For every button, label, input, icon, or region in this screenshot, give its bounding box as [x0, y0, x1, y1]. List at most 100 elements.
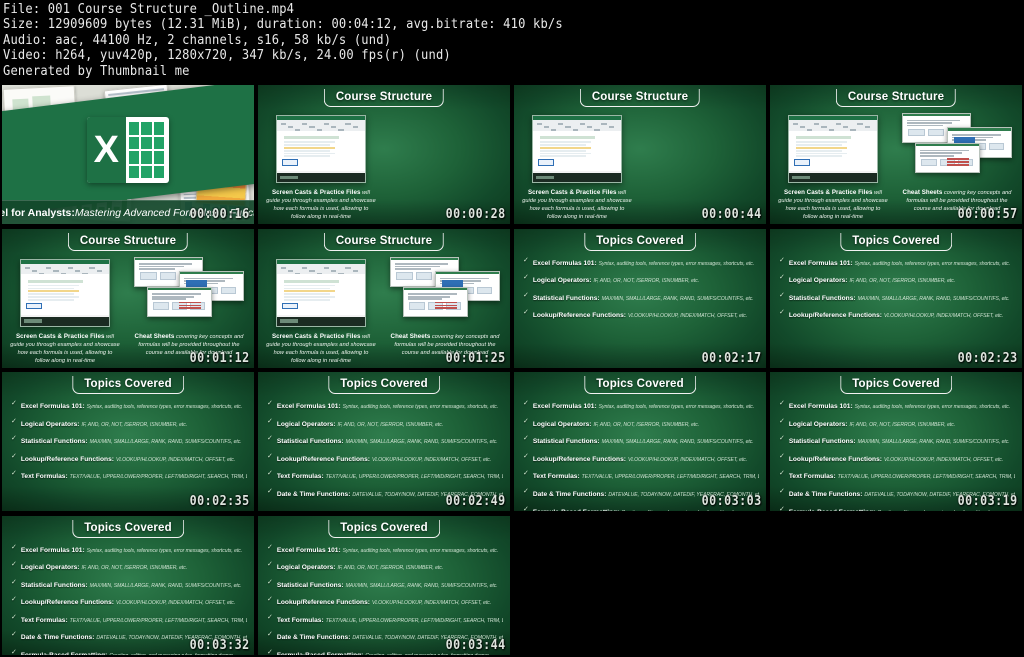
cheat-sheet-stack [134, 256, 246, 329]
logo-cell [128, 122, 140, 135]
page-block [159, 272, 177, 280]
excel-screencast-mock [20, 258, 110, 327]
excel-data-row [540, 149, 586, 152]
check-icon: ✓ [523, 274, 529, 282]
topic-text: Text Formulas: TEXT/VALUE, UPPER/LOWER/PR… [277, 613, 503, 626]
topic-label: Statistical Functions: [788, 294, 856, 302]
topic-label: Text Formulas: [20, 616, 68, 624]
thumbnail-5[interactable]: Course Structure Screen Casts & Practice … [258, 228, 510, 368]
thumbnail-2[interactable]: Course Structure Screen Casts & Practice … [514, 85, 766, 224]
grid-cell-4: Course Structure Screen Casts & Practice … [0, 226, 256, 370]
ribbon-tick [302, 266, 308, 269]
excel-selection [794, 159, 811, 166]
topic-detail: Syntax, auditing tools, reference types,… [86, 547, 243, 554]
excel-grid [21, 274, 109, 315]
timestamp-12: 00:03:32 [190, 637, 250, 653]
thumbnail-8[interactable]: Topics Covered ✓ Excel Formulas 101: Syntax… [2, 372, 254, 511]
topic-item: ✓ Statistical Functions: MAX/MIN, SMALL/LA… [11, 578, 247, 591]
thumbnail-3[interactable]: Course Structure Screen Casts & Practice … [770, 85, 1022, 224]
cheat-sheet-page [915, 143, 981, 174]
topic-label: Logical Operators: [532, 277, 592, 285]
topic-label: Statistical Functions: [532, 438, 600, 446]
topic-detail: VLOOKUP/HLOOKUP, INDEX/MATCH, OFFSET, et… [115, 600, 236, 607]
excel-header-row [28, 279, 83, 283]
thumbnail-6[interactable]: Topics Covered ✓ Excel Formulas 101: Syntax… [514, 228, 766, 368]
ribbon-tick [857, 123, 863, 125]
ribbon-tick [864, 126, 870, 128]
page-block [908, 128, 925, 136]
thumbnail-9[interactable]: Topics Covered ✓ Excel Formulas 101: Syntax… [258, 372, 510, 511]
thumbnail-13[interactable]: Topics Covered ✓ Excel Formulas 101: Syntax… [258, 515, 510, 655]
thumbnail-4[interactable]: Course Structure Screen Casts & Practice … [2, 228, 254, 368]
grid-cell-11: Topics Covered ✓ Excel Formulas 101: Syntax… [768, 370, 1024, 514]
ribbon-tick [53, 269, 59, 272]
grid-cell-7: Topics Covered ✓ Excel Formulas 101: Syntax… [768, 226, 1024, 370]
page-line [408, 298, 443, 301]
topic-detail: MAX/MIN, SMALL/LARGE, RANK, RAND, SUMIFS… [89, 582, 242, 589]
timestamp-4: 00:01:12 [190, 350, 250, 366]
thumbnail-1[interactable]: Course Structure Screen Casts & Practice … [258, 85, 510, 224]
grid-cell-13: Topics Covered ✓ Excel Formulas 101: Syntax… [256, 513, 512, 657]
topic-item: ✓ Logical Operators: IF, AND, OR, NOT, ISE… [267, 417, 503, 430]
ribbon-tick [579, 123, 586, 125]
page-line [139, 263, 192, 265]
page-headline [903, 114, 971, 117]
page-line [907, 119, 960, 122]
page-line [951, 134, 1001, 136]
topic-item: ✓ Text Formulas: TEXT/VALUE, UPPER/LOWER/P… [267, 469, 503, 482]
thumbnail-sheet: File: 001 Course Structure _Outline.mp4 S… [0, 0, 1024, 657]
caption-bold: Cheat Sheets [134, 332, 175, 340]
thumbnail-11[interactable]: Topics Covered ✓ Excel Formulas 101: Syntax… [770, 372, 1022, 511]
excel-data-row [284, 152, 336, 155]
ribbon-tick [323, 266, 330, 269]
topic-label: Logical Operators: [276, 420, 336, 428]
page-redline [946, 158, 970, 160]
page-headline [135, 257, 203, 260]
thumbnail-0[interactable]: XExcel for Analysts: Mastering Advanced … [2, 85, 254, 224]
topic-text: Excel Formulas 101: Syntax, auditing tool… [533, 399, 754, 412]
topic-detail: TEXT/VALUE, UPPER/LOWER/PROPER, LEFT/MID… [581, 474, 759, 481]
check-icon: ✓ [11, 417, 17, 425]
topics-list: ✓ Excel Formulas 101: Syntax, auditing too… [523, 256, 759, 326]
excel-logo-letter: X [87, 117, 126, 184]
topic-label: Text Formulas: [788, 473, 836, 481]
topic-detail: Syntax, auditing tools, reference types,… [854, 404, 1011, 410]
thumbnail-10[interactable]: Topics Covered ✓ Excel Formulas 101: Syntax… [514, 372, 766, 511]
excel-statusbar [21, 316, 109, 326]
topic-detail: TEXT/VALUE, UPPER/LOWER/PROPER, LEFT/MID… [325, 617, 503, 624]
check-icon: ✓ [523, 417, 529, 425]
check-icon: ✓ [523, 291, 529, 299]
topic-label: Date & Time Functions: [532, 490, 607, 498]
topic-text: Lookup/Reference Functions: VLOOKUP/HLOOK… [21, 595, 235, 608]
thumbnail-12[interactable]: Topics Covered ✓ Excel Formulas 101: Syntax… [2, 515, 254, 655]
topic-label: Logical Operators: [788, 277, 848, 285]
grid-cell-3: Course Structure Screen Casts & Practice … [768, 83, 1024, 227]
topic-text: Statistical Functions: MAX/MIN, SMALL/LAR… [789, 434, 1010, 447]
topic-label: Excel Formulas 101: [532, 403, 597, 410]
thumbnail-7[interactable]: Topics Covered ✓ Excel Formulas 101: Syntax… [770, 228, 1022, 368]
ribbon-tick [287, 269, 293, 272]
check-icon: ✓ [779, 470, 785, 478]
topic-text: Lookup/Reference Functions: VLOOKUP/HLOOK… [789, 308, 1003, 321]
check-icon: ✓ [779, 452, 785, 460]
cheat-sheet-page [403, 286, 469, 317]
topic-item: ✓ Logical Operators: IF, AND, OR, NOT, ISE… [11, 560, 247, 573]
grid-cell-8: Topics Covered ✓ Excel Formulas 101: Syntax… [0, 370, 256, 514]
topic-text: Statistical Functions: MAX/MIN, SMALL/LAR… [533, 434, 754, 447]
topic-text: Text Formulas: TEXT/VALUE, UPPER/LOWER/PR… [789, 469, 1015, 482]
timestamp-0: 00:00:16 [190, 207, 250, 222]
slide-title-plate: Topics Covered [72, 376, 184, 394]
ribbon-tick [799, 126, 805, 128]
info-line-0: File: 001 Course Structure _Outline.mp4 [3, 2, 295, 17]
topic-item: ✓ Logical Operators: IF, AND, OR, NOT, ISE… [523, 273, 759, 286]
topic-text: Lookup/Reference Functions: VLOOKUP/HLOOK… [533, 452, 747, 465]
check-icon: ✓ [11, 470, 17, 478]
topic-item: ✓ Excel Formulas 101: Syntax, auditing too… [267, 543, 503, 556]
topic-label: Logical Operators: [532, 420, 592, 428]
topic-item: ✓ Statistical Functions: MAX/MIN, SMALL/LA… [779, 434, 1015, 447]
grid-cell-9: Topics Covered ✓ Excel Formulas 101: Syntax… [256, 370, 512, 514]
ribbon-tick [536, 123, 542, 125]
check-icon: ✓ [267, 561, 273, 569]
check-icon: ✓ [11, 543, 17, 551]
logo-cell [141, 151, 152, 164]
